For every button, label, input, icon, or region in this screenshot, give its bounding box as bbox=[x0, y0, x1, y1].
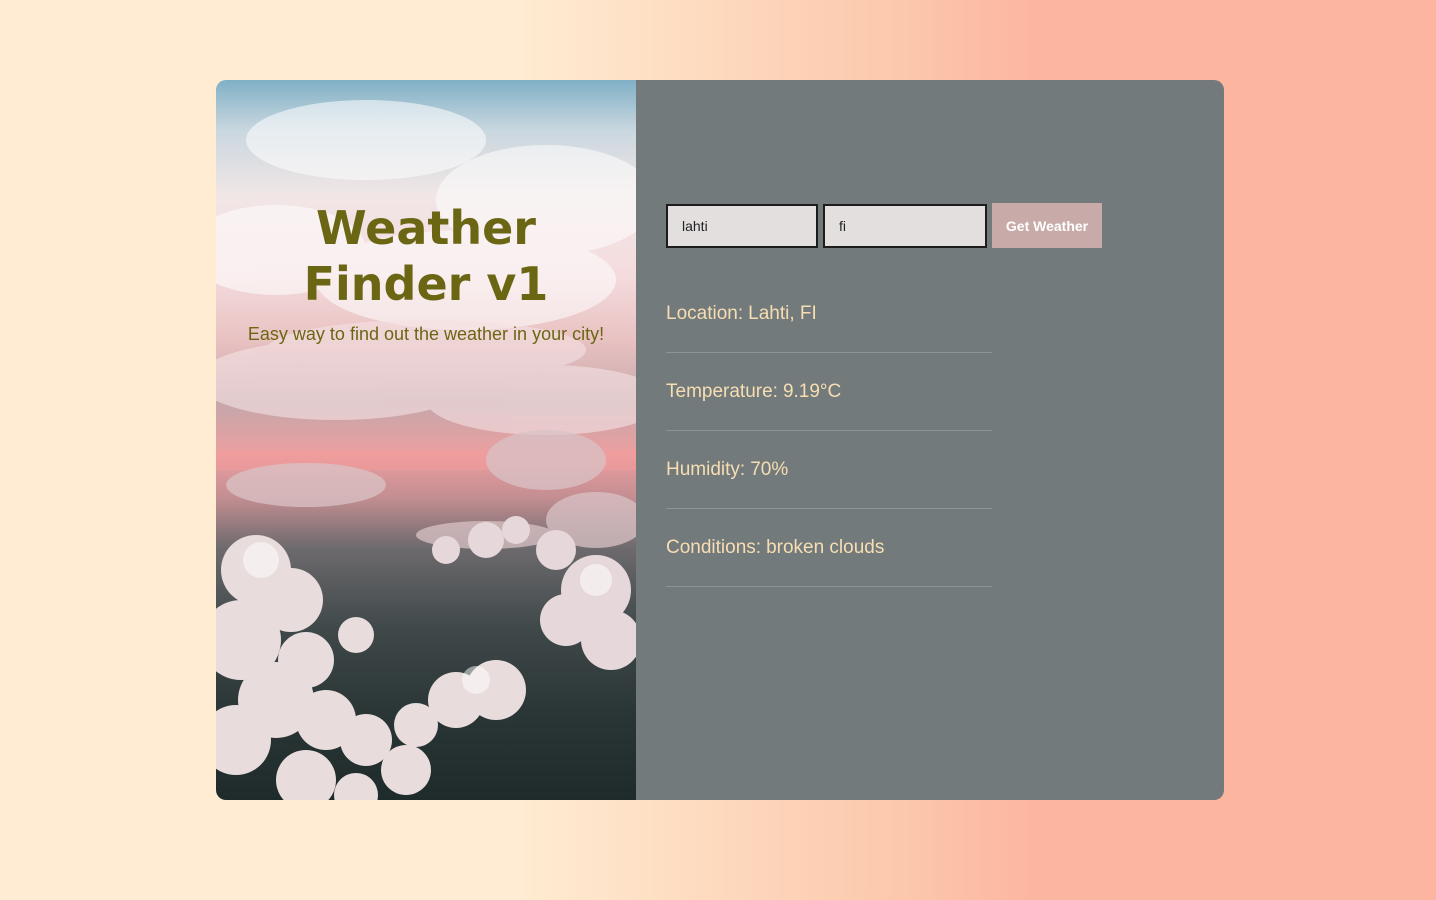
hero-image-panel: Weather Finder v1 Easy way to find out t… bbox=[216, 80, 636, 800]
get-weather-button[interactable]: Get Weather bbox=[992, 203, 1102, 248]
app-subtitle: Easy way to find out the weather in your… bbox=[247, 324, 605, 344]
app-title: Weather Finder v1 bbox=[303, 201, 549, 311]
conditions-label: Conditions: bbox=[666, 537, 762, 558]
humidity-label: Humidity: bbox=[666, 459, 746, 480]
weather-form: Get Weather bbox=[666, 203, 1102, 248]
weather-panel: Get Weather Location: Lahti, FI Temperat… bbox=[636, 80, 1224, 800]
country-input[interactable] bbox=[823, 203, 987, 248]
sky-clouds-image bbox=[216, 100, 636, 800]
humidity-row: Humidity: 70% bbox=[666, 432, 992, 509]
conditions-value: broken clouds bbox=[766, 537, 885, 558]
temperature-value: 9.19°C bbox=[782, 381, 842, 402]
location-value: Lahti, FI bbox=[748, 303, 817, 324]
humidity-value: 70% bbox=[750, 459, 789, 480]
hero-text-block: Weather Finder v1 Easy way to find out t… bbox=[216, 200, 636, 346]
temperature-label: Temperature: bbox=[666, 381, 778, 402]
location-label: Location: bbox=[666, 303, 744, 324]
location-row: Location: Lahti, FI bbox=[666, 276, 992, 353]
weather-card: Weather Finder v1 Easy way to find out t… bbox=[216, 80, 1224, 800]
city-input[interactable] bbox=[666, 203, 818, 248]
conditions-row: Conditions: broken clouds bbox=[666, 510, 992, 587]
temperature-row: Temperature: 9.19°C bbox=[666, 354, 992, 431]
weather-results: Location: Lahti, FI Temperature: 9.19°C … bbox=[666, 276, 992, 588]
